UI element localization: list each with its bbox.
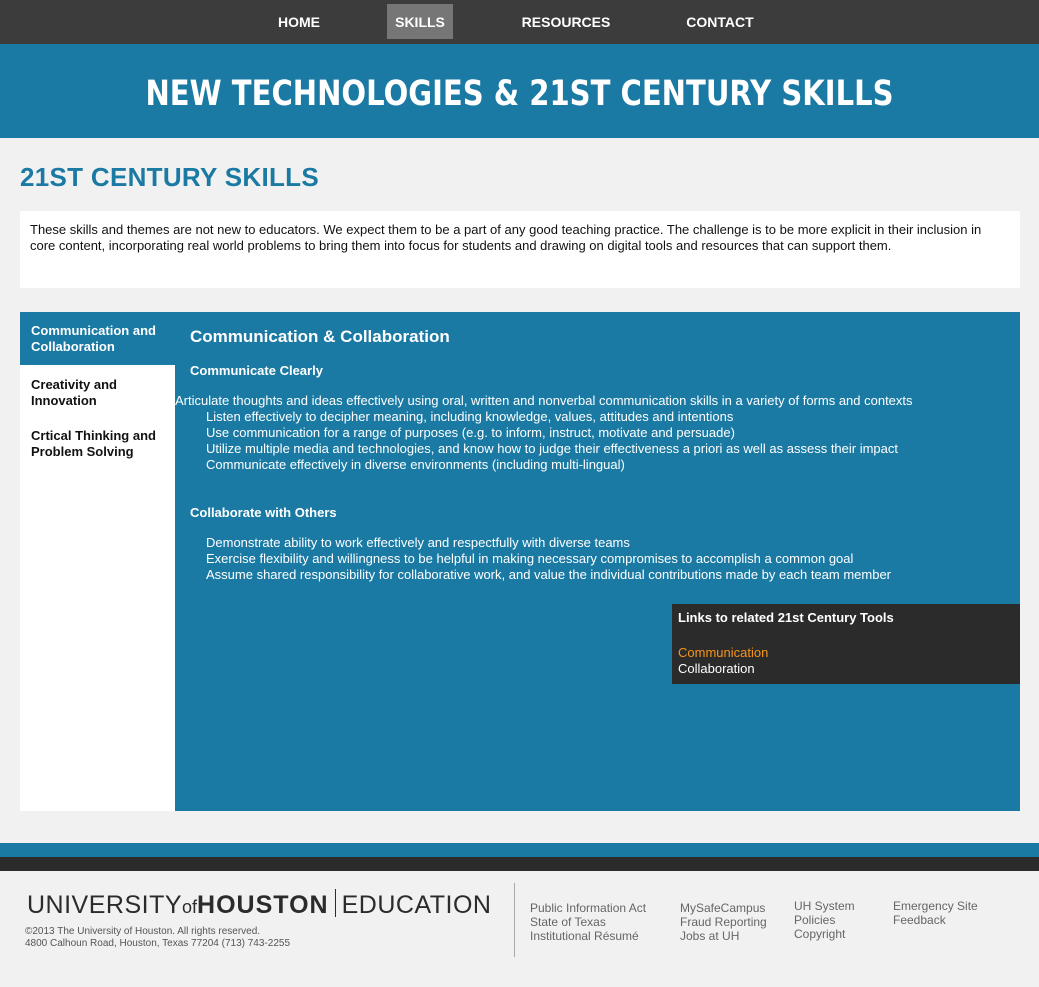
page-title: 21ST CENTURY SKILLS — [20, 162, 319, 192]
footer-links-col4: Emergency Site Feedback — [893, 899, 978, 927]
nav-contact[interactable]: CONTACT — [679, 4, 761, 39]
footer-link[interactable]: Public Information Act — [530, 901, 646, 915]
nav-skills[interactable]: SKILLS — [387, 4, 453, 39]
list-item: Assume shared responsibility for collabo… — [206, 567, 892, 582]
copyright-text: ©2013 The University of Houston. All rig… — [25, 926, 261, 937]
copyright-block: ©2013 The University of Houston. All rig… — [25, 926, 290, 950]
footer-link[interactable]: Emergency Site — [893, 899, 978, 913]
footer-link[interactable]: State of Texas — [530, 915, 646, 929]
footer-link[interactable]: UH System — [794, 899, 855, 913]
skill-content-panel: Communication & Collaboration Communicat… — [175, 312, 1020, 811]
top-nav: HOME SKILLS RESOURCES CONTACT — [0, 0, 1039, 44]
collaborate-list: Demonstrate ability to work effectively … — [190, 535, 970, 583]
list-item: Utilize multiple media and technologies,… — [206, 441, 899, 456]
sidebar-item-creativity[interactable]: Creativity and Innovation — [20, 377, 175, 409]
link-communication[interactable]: Communication — [678, 645, 1014, 661]
footer-link[interactable]: Copyright — [794, 927, 855, 941]
footer-links-col1: Public Information Act State of Texas In… — [530, 901, 646, 943]
nav-resources[interactable]: RESOURCES — [512, 4, 620, 39]
list-item: Demonstrate ability to work effectively … — [206, 535, 630, 550]
footer-bar-blue — [0, 843, 1039, 857]
link-collaboration[interactable]: Collaboration — [678, 661, 1014, 677]
footer-link[interactable]: Policies — [794, 913, 855, 927]
footer-link[interactable]: MySafeCampus — [680, 901, 767, 915]
list-item: Articulate thoughts and ideas effectivel… — [175, 393, 913, 408]
footer-bar-dark — [0, 857, 1039, 871]
site-title: NEW TECHNOLOGIES & 21ST CENTURY SKILLS — [145, 74, 894, 114]
site-banner: NEW TECHNOLOGIES & 21ST CENTURY SKILLS — [0, 44, 1039, 138]
related-tools-box: Links to related 21st Century Tools Comm… — [672, 604, 1020, 684]
address-text: 4800 Calhoun Road, Houston, Texas 77204 … — [25, 938, 291, 949]
communicate-list: Articulate thoughts and ideas effectivel… — [175, 393, 970, 473]
intro-paragraph: These skills and themes are not new to e… — [20, 211, 1020, 288]
content-title: Communication & Collaboration — [190, 327, 450, 346]
footer-links-col2: MySafeCampus Fraud Reporting Jobs at UH — [680, 901, 767, 943]
footer-link[interactable]: Jobs at UH — [680, 929, 767, 943]
list-item: Communicate effectively in diverse envir… — [206, 457, 625, 472]
list-item: Use communication for a range of purpose… — [206, 425, 735, 440]
footer-link[interactable]: Feedback — [893, 913, 978, 927]
section-heading-communicate: Communicate Clearly — [190, 363, 323, 378]
section-heading-collaborate: Collaborate with Others — [190, 505, 337, 520]
related-tools-title: Links to related 21st Century Tools — [678, 610, 894, 625]
nav-home[interactable]: HOME — [270, 4, 328, 39]
list-item: Listen effectively to decipher meaning, … — [206, 409, 734, 424]
footer-links-col3: UH System Policies Copyright — [794, 899, 855, 941]
footer-link[interactable]: Fraud Reporting — [680, 915, 767, 929]
sidebar-item-critical-thinking[interactable]: Crtical Thinking and Problem Solving — [20, 428, 175, 460]
uh-education-logo: UNIVERSITYofHOUSTON EDUCATION — [27, 889, 492, 919]
sidebar-item-communication[interactable]: Communication and Collaboration — [20, 312, 175, 365]
footer-link[interactable]: Institutional Résumé — [530, 929, 646, 943]
site-footer: UNIVERSITYofHOUSTON EDUCATION ©2013 The U… — [0, 871, 1039, 987]
list-item: Exercise flexibility and willingness to … — [206, 551, 854, 566]
footer-divider — [514, 883, 515, 957]
skills-sidebar: Communication and Collaboration Creativi… — [20, 312, 175, 811]
